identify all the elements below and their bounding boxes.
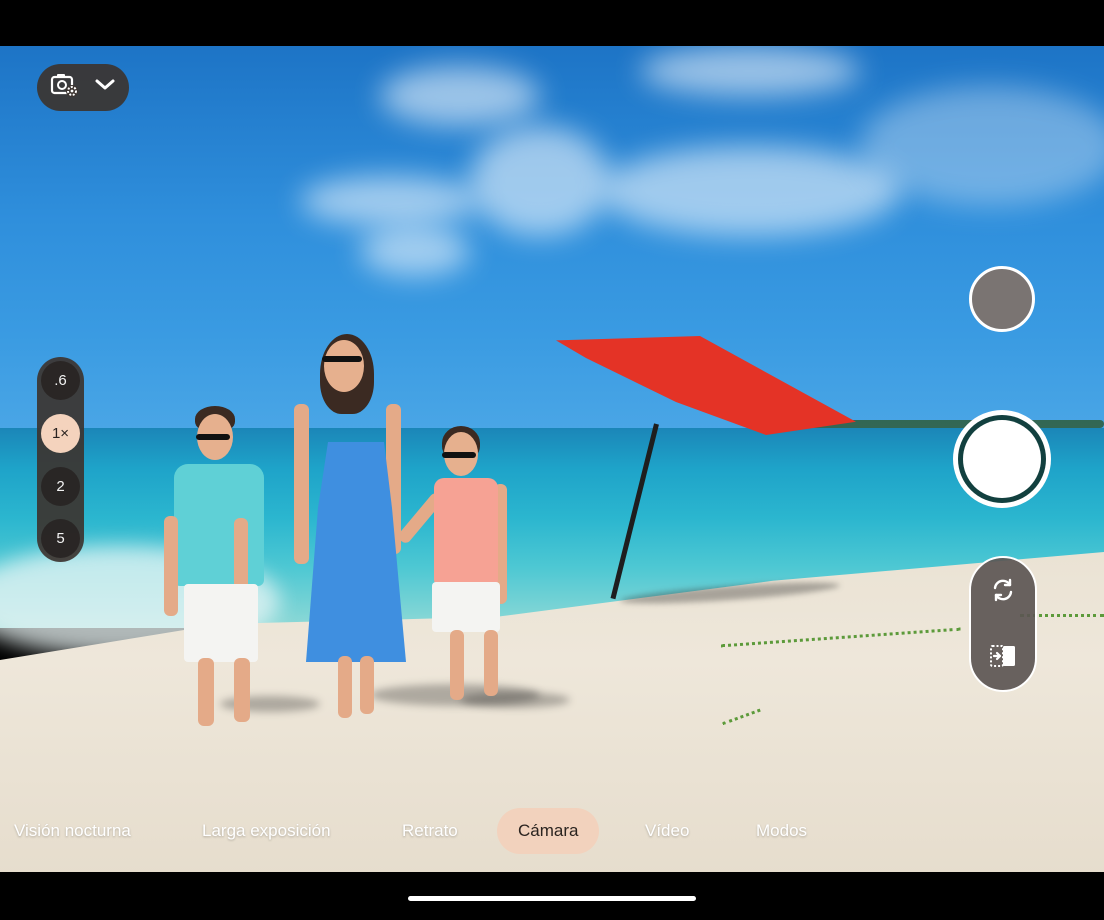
shutter-ring: [958, 415, 1046, 503]
pink-top: [434, 478, 498, 584]
camera-switch-panel: [969, 556, 1037, 692]
leg: [450, 630, 464, 700]
girl: [396, 426, 570, 726]
cloud: [360, 226, 470, 276]
zoom-1x-button[interactable]: 1×: [41, 414, 80, 453]
mode-long-exposure[interactable]: Larga exposición: [202, 808, 331, 854]
chevron-down-icon: [94, 78, 116, 97]
mode-selector: Visión nocturna Larga exposición Retrato…: [0, 808, 1104, 854]
teal-shirt: [174, 464, 264, 586]
sunglasses: [442, 452, 476, 458]
home-indicator[interactable]: [408, 896, 696, 901]
boy: [160, 406, 320, 726]
camera-settings-icon: [50, 72, 80, 103]
cloud: [380, 66, 540, 126]
arm: [164, 516, 178, 616]
switch-camera-button[interactable]: [983, 572, 1023, 612]
zoom-2-button[interactable]: 2: [41, 467, 80, 506]
camera-settings-button[interactable]: [37, 64, 129, 111]
cloud: [860, 86, 1104, 206]
shadow: [460, 692, 570, 708]
mode-night-sight[interactable]: Visión nocturna: [14, 808, 131, 854]
zoom-selector: .6 1× 2 5: [37, 357, 84, 562]
cloud: [640, 46, 860, 96]
arm: [294, 404, 309, 564]
leg: [484, 630, 498, 696]
leg: [234, 658, 250, 722]
mode-portrait[interactable]: Retrato: [402, 808, 458, 854]
dual-screen-icon: [989, 644, 1017, 673]
sunglasses: [196, 434, 230, 440]
white-shorts: [432, 582, 500, 632]
cloud: [470, 126, 610, 236]
mode-video[interactable]: Vídeo: [645, 808, 689, 854]
zoom-5-button[interactable]: 5: [41, 519, 80, 558]
leg: [338, 656, 352, 718]
sunglasses: [322, 356, 362, 362]
head: [324, 340, 364, 392]
mode-camera[interactable]: Cámara: [497, 808, 600, 854]
shutter-core: [963, 420, 1041, 498]
status-bar: [0, 0, 1104, 46]
dual-screen-button[interactable]: [983, 638, 1023, 678]
zoom-0-6-button[interactable]: .6: [41, 361, 80, 400]
gallery-thumbnail[interactable]: [969, 266, 1035, 332]
white-shorts: [184, 584, 258, 662]
switch-camera-icon: [990, 577, 1016, 608]
camera-viewfinder[interactable]: [0, 46, 1104, 872]
cloud: [300, 176, 480, 226]
shutter-button[interactable]: [953, 410, 1051, 508]
leg: [360, 656, 374, 714]
leg: [198, 658, 214, 726]
mode-modes[interactable]: Modos: [756, 808, 807, 854]
cloud: [600, 146, 900, 236]
